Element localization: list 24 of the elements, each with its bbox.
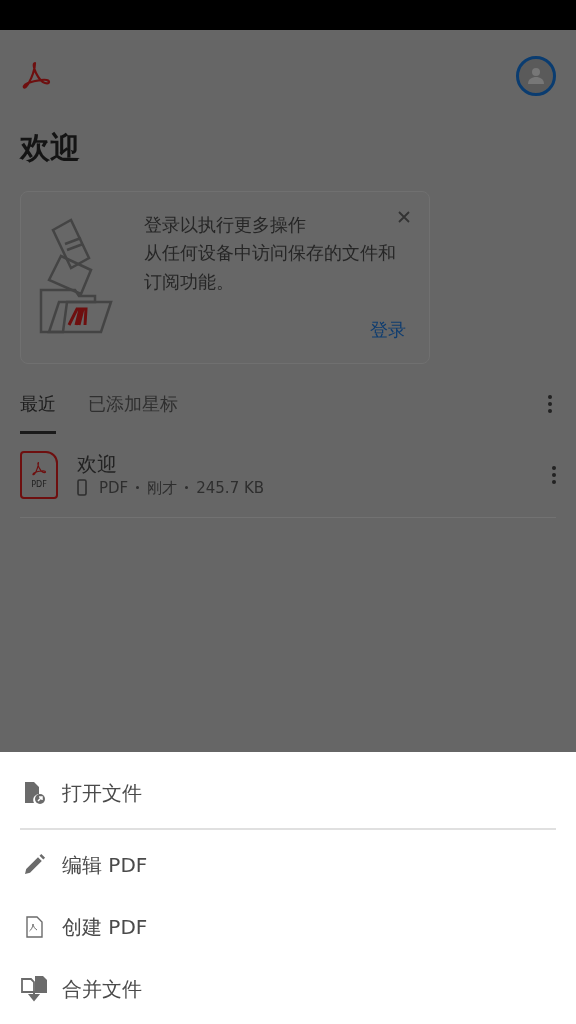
file-more-icon[interactable]	[552, 464, 556, 485]
more-options-icon[interactable]	[548, 393, 552, 414]
close-icon[interactable]	[398, 210, 410, 223]
signin-description: 从任何设备中访问保存的文件和订阅功能。	[144, 240, 397, 294]
pencil-icon	[22, 852, 46, 877]
sheet-menu-item[interactable]: 编辑 PDF	[0, 846, 576, 883]
phone-icon	[77, 479, 87, 497]
separator-dot	[136, 486, 140, 490]
file-size: 245.7 KB	[196, 477, 265, 499]
person-icon	[526, 65, 546, 86]
acrobat-icon	[31, 460, 47, 477]
signin-title: 登录以执行更多操作	[144, 212, 306, 237]
file-type-label: PDF	[31, 480, 47, 489]
sheet-menu-item[interactable]: 创建 PDF	[0, 908, 576, 945]
page-title: 欢迎	[18, 129, 81, 167]
sheet-menu-item[interactable]: 合并文件	[0, 970, 576, 1007]
file-type: PDF	[99, 477, 129, 499]
combine-files-icon	[20, 974, 48, 1003]
app-logo	[20, 59, 52, 92]
profile-avatar[interactable]	[516, 55, 556, 96]
file-time: 刚才	[147, 477, 178, 499]
sheet-menu-item[interactable]: 打开文件	[0, 774, 576, 811]
separator-dot	[185, 486, 189, 490]
open-file-icon	[22, 780, 46, 805]
